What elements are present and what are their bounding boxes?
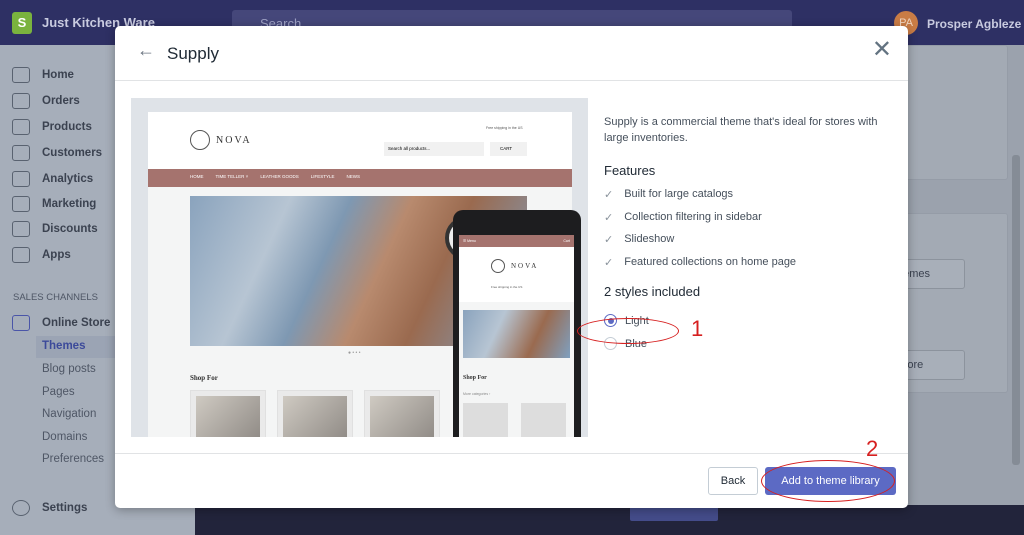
mobile-shipping: Free shipping in the US bbox=[491, 285, 523, 289]
feature-item: ✓ Featured collections on home page bbox=[604, 256, 884, 279]
gear-icon bbox=[12, 500, 30, 516]
sidebar-item-online-store[interactable]: Online Store bbox=[12, 315, 110, 331]
sidebar-subitem-preferences[interactable]: Preferences bbox=[42, 453, 104, 465]
mobile-tile bbox=[521, 403, 566, 437]
feature-item: ✓ Built for large catalogs bbox=[604, 188, 884, 211]
category-tile bbox=[277, 390, 353, 437]
tag-icon bbox=[12, 119, 30, 135]
check-icon: ✓ bbox=[604, 234, 614, 246]
label: Customers bbox=[42, 147, 103, 159]
label: Settings bbox=[42, 502, 88, 514]
sidebar-subitem-themes[interactable]: Themes bbox=[42, 340, 85, 352]
sidebar-item-discounts[interactable]: Discounts bbox=[12, 221, 98, 237]
slide-dots: ● • • • bbox=[348, 350, 361, 356]
modal-title: Supply bbox=[167, 44, 219, 63]
chart-icon bbox=[12, 171, 30, 187]
annotation-number-1: 1 bbox=[691, 316, 704, 341]
check-icon: ✓ bbox=[604, 211, 614, 224]
sidebar-item-analytics[interactable]: Analytics bbox=[12, 171, 93, 187]
label: Online Store bbox=[42, 317, 111, 329]
home-icon bbox=[12, 67, 30, 83]
label: Orders bbox=[42, 95, 80, 107]
check-icon: ✓ bbox=[604, 189, 614, 201]
megaphone-icon bbox=[12, 196, 30, 212]
apps-icon bbox=[12, 247, 30, 263]
mobile-tile bbox=[463, 403, 508, 437]
trial-banner bbox=[195, 505, 1024, 535]
category-tile bbox=[190, 390, 266, 437]
close-icon[interactable]: ✕ bbox=[872, 38, 892, 62]
features-heading: Features bbox=[604, 163, 656, 178]
nova-logo: NOVA bbox=[190, 130, 252, 150]
styles-heading: 2 styles included bbox=[604, 284, 701, 299]
section-label: SALES CHANNELS bbox=[13, 292, 99, 303]
label: Discounts bbox=[42, 223, 98, 235]
feature-item: ✓ Slideshow bbox=[604, 233, 884, 256]
back-button[interactable]: Back bbox=[708, 467, 758, 495]
label: Home bbox=[42, 69, 74, 81]
features-list: ✓ Built for large catalogs ✓ Collection fi… bbox=[604, 188, 884, 278]
theme-modal: ← Supply ✕ NOVA Free shipping in the US … bbox=[115, 26, 908, 508]
person-icon bbox=[12, 145, 30, 161]
shopify-logo-icon: S bbox=[12, 12, 32, 34]
preview-nav: HOME TIME TELLER ˅ LEATHER GOODS LIFESTYLE N… bbox=[148, 169, 572, 187]
label: Apps bbox=[42, 249, 71, 261]
theme-description: Supply is a commercial theme that's idea… bbox=[604, 116, 878, 144]
sidebar-item-orders[interactable]: Orders bbox=[12, 93, 80, 109]
sidebar-item-marketing[interactable]: Marketing bbox=[12, 196, 96, 212]
modal-header: ← Supply ✕ bbox=[115, 26, 908, 81]
sidebar-item-products[interactable]: Products bbox=[12, 119, 92, 135]
category-tile bbox=[364, 390, 440, 437]
sidebar-subitem-blog-posts[interactable]: Blog posts bbox=[42, 363, 96, 375]
label: Marketing bbox=[42, 198, 97, 210]
preview-cart: CART bbox=[490, 142, 527, 156]
discount-icon bbox=[12, 221, 30, 237]
store-icon bbox=[12, 315, 30, 331]
shop-for-heading: Shop For bbox=[190, 374, 218, 382]
orders-icon bbox=[12, 93, 30, 109]
check-icon: ✓ bbox=[604, 256, 614, 269]
label: Products bbox=[42, 121, 92, 133]
sidebar-item-customers[interactable]: Customers bbox=[12, 145, 102, 161]
mobile-categories: More categories › bbox=[463, 392, 491, 396]
mobile-preview: ☰ Menu Cart NOVA Free shipping in the US … bbox=[453, 210, 581, 437]
sidebar-item-apps[interactable]: Apps bbox=[12, 247, 71, 263]
sidebar-subitem-domains[interactable]: Domains bbox=[42, 431, 87, 443]
theme-preview: NOVA Free shipping in the US Search all … bbox=[131, 98, 588, 437]
sidebar-item-settings[interactable]: Settings bbox=[12, 500, 87, 516]
annotation-number-2: 2 bbox=[866, 436, 879, 461]
label: Analytics bbox=[42, 173, 94, 185]
mobile-hero bbox=[463, 310, 570, 358]
annotation-circle-1 bbox=[577, 318, 679, 344]
scrollbar[interactable] bbox=[1012, 155, 1020, 465]
user-name[interactable]: Prosper Agbleze bbox=[927, 17, 1021, 31]
preview-search: Search all products... bbox=[384, 142, 484, 156]
mobile-shop-for: Shop For bbox=[463, 375, 487, 381]
back-arrow-icon[interactable]: ← bbox=[137, 40, 155, 61]
sidebar-subitem-pages[interactable]: Pages bbox=[42, 386, 75, 398]
sidebar-item-home[interactable]: Home bbox=[12, 67, 74, 83]
annotation-circle-2 bbox=[761, 460, 895, 502]
feature-item: ✓ Collection filtering in sidebar bbox=[604, 211, 884, 234]
mobile-menu: ☰ Menu bbox=[463, 239, 476, 243]
shipping-note: Free shipping in the US bbox=[486, 126, 523, 130]
sidebar-subitem-navigation[interactable]: Navigation bbox=[42, 408, 96, 420]
mobile-cart: Cart bbox=[563, 239, 570, 243]
